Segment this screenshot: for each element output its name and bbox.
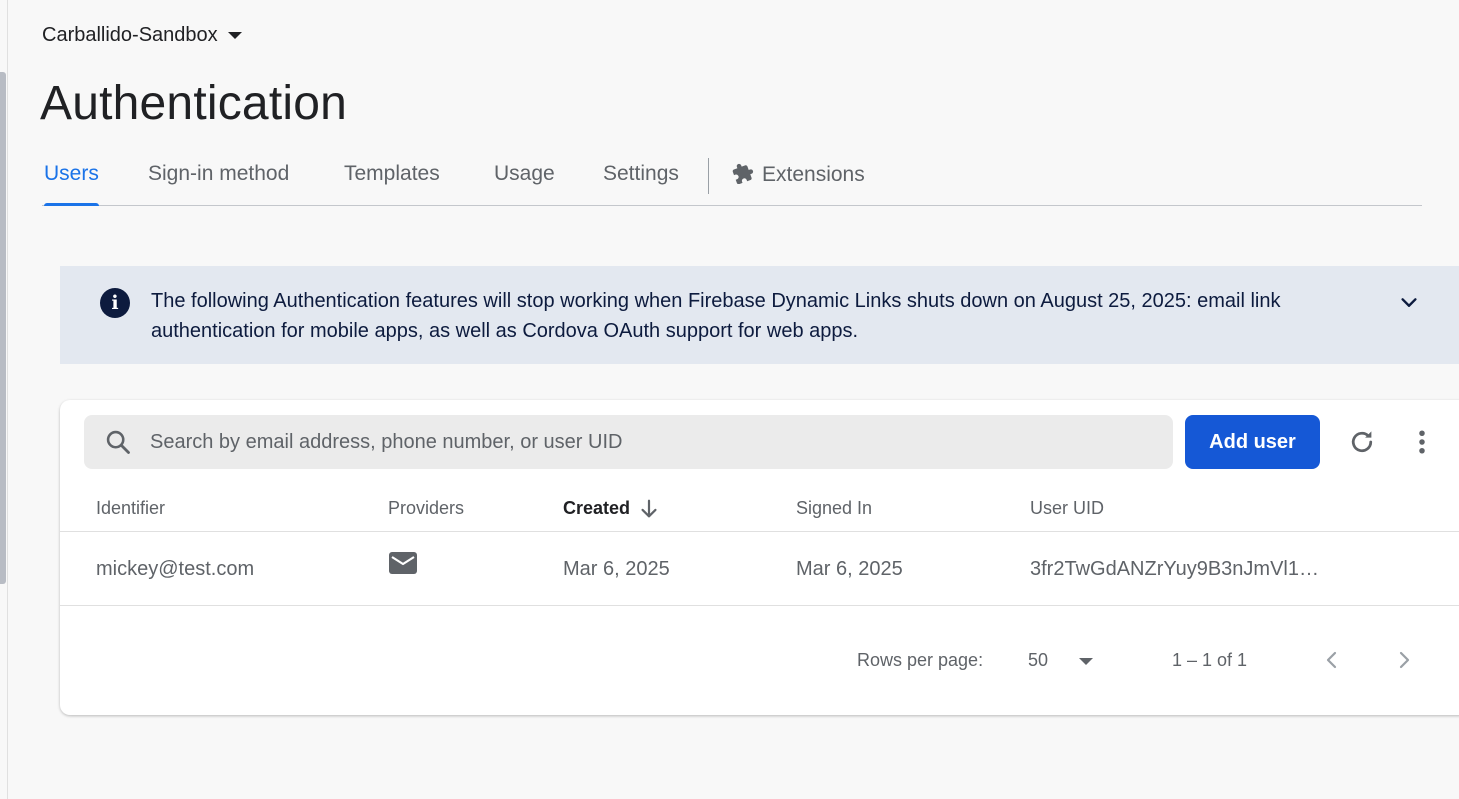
add-user-button[interactable]: Add user <box>1185 415 1320 469</box>
tab-users[interactable]: Users <box>44 162 99 206</box>
rows-per-page-label: Rows per page: <box>857 650 984 670</box>
column-signed-in[interactable]: Signed In <box>796 498 872 519</box>
tab-bar: Users Sign-in method Templates Usage Set… <box>42 150 1422 206</box>
sort-descending-icon[interactable] <box>638 498 660 520</box>
tab-extensions-label: Extensions <box>762 163 865 186</box>
refresh-icon[interactable] <box>1347 427 1377 457</box>
caret-down-icon[interactable] <box>1079 658 1093 665</box>
users-card: Add user Identifier Providers Created Si… <box>60 400 1459 715</box>
deprecation-banner: i The following Authentication features … <box>60 266 1459 364</box>
column-identifier[interactable]: Identifier <box>96 498 165 519</box>
table-header: Identifier Providers Created Signed In U… <box>60 488 1459 532</box>
cell-user-uid: 3fr2TwGdANZrYuy9B3nJmVl1… <box>1030 558 1319 580</box>
project-name: Carballido-Sandbox <box>42 24 218 46</box>
email-icon <box>389 552 417 574</box>
tab-extensions[interactable]: Extensions <box>732 162 865 206</box>
chevron-left-icon[interactable] <box>1320 648 1344 672</box>
cell-created: Mar 6, 2025 <box>563 558 670 580</box>
chevron-down-icon[interactable] <box>1398 292 1420 314</box>
column-created[interactable]: Created <box>563 498 630 519</box>
caret-down-icon <box>227 32 242 39</box>
pagination-range: 1 – 1 of 1 <box>1172 650 1248 670</box>
cell-signed-in: Mar 6, 2025 <box>796 558 903 580</box>
banner-text: The following Authentication features wi… <box>151 290 1281 342</box>
table-row[interactable]: mickey@test.com Mar 6, 2025 Mar 6, 2025 … <box>60 533 1459 606</box>
tab-sign-in-method[interactable]: Sign-in method <box>148 162 289 206</box>
tab-templates[interactable]: Templates <box>344 162 440 206</box>
cell-identifier: mickey@test.com <box>96 558 255 580</box>
tab-usage[interactable]: Usage <box>494 162 555 206</box>
chevron-right-icon[interactable] <box>1392 648 1416 672</box>
left-scrollbar[interactable] <box>0 72 6 584</box>
search-icon <box>106 430 130 454</box>
project-selector[interactable]: Carballido-Sandbox <box>42 24 242 47</box>
search-bar[interactable] <box>84 415 1173 469</box>
info-icon: i <box>100 288 130 318</box>
column-providers: Providers <box>388 498 465 518</box>
rows-per-page-select[interactable]: 50 <box>1028 650 1048 671</box>
search-input[interactable] <box>150 415 1160 469</box>
page-title: Authentication <box>40 77 348 130</box>
puzzle-piece-icon <box>732 163 754 184</box>
tab-settings[interactable]: Settings <box>603 162 679 206</box>
column-user-uid: User UID <box>1030 498 1105 518</box>
tab-divider <box>708 158 709 194</box>
more-vert-icon[interactable] <box>1414 427 1430 457</box>
